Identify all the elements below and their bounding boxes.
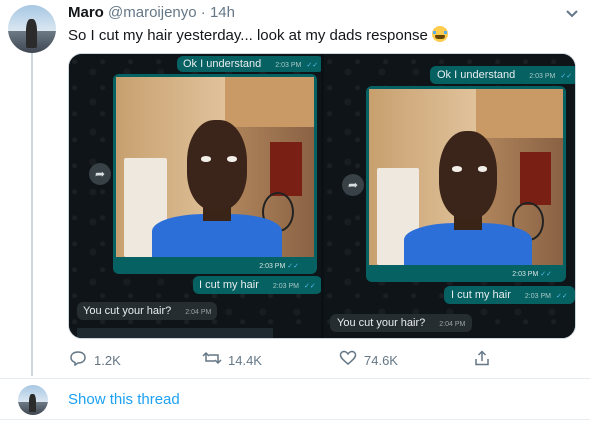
message-time: 2:04 PM <box>185 309 212 316</box>
show-thread-link[interactable]: Show this thread <box>68 391 180 408</box>
read-checks-icon: ✓✓ <box>560 73 573 80</box>
photo-message[interactable]: 2:03 PM ✓✓ <box>366 86 566 282</box>
message-text: I cut my hair <box>199 279 259 291</box>
message-reply: You cut your hair? 2:04 PM <box>330 314 473 332</box>
chat-input-bar <box>77 328 273 338</box>
message-cut-hair: I cut my hair 2:03 PM ✓✓ <box>444 286 575 304</box>
loudly-crying-face-icon <box>432 26 449 42</box>
message-text: You cut your hair? <box>83 305 172 317</box>
thread-connector-line <box>31 52 33 376</box>
message-ok-understand: Ok I understand 2:03 PM ✓✓ <box>430 66 575 84</box>
tweet-media[interactable]: Ok I understand 2:03 PM ✓✓ 2:03 PM ✓✓ ➦ I… <box>68 53 576 339</box>
reply-count: 1.2K <box>94 353 121 368</box>
message-time: 2:04 PM <box>439 321 466 328</box>
message-text: Ok I understand <box>183 58 262 70</box>
message-ok-understand: Ok I understand 2:03 PM ✓✓ <box>177 56 321 72</box>
tweet-header: Maro @maroijenyo · 14h <box>68 4 235 21</box>
tweet-body: So I cut my hair yesterday... look at my… <box>68 27 428 44</box>
photo-time: 2:03 PM ✓✓ <box>259 263 299 270</box>
thread-divider <box>0 419 590 420</box>
retweet-icon <box>202 350 222 370</box>
read-checks-icon: ✓✓ <box>306 62 319 69</box>
message-reply: You cut your hair? 2:04 PM <box>77 302 218 320</box>
read-checks-icon: ✓✓ <box>556 293 568 300</box>
photo-message[interactable]: 2:03 PM ✓✓ <box>113 74 317 274</box>
selfie-photo <box>116 77 314 257</box>
like-icon <box>338 350 358 370</box>
message-text: You cut your hair? <box>337 317 426 329</box>
share-icon <box>472 350 492 370</box>
message-text: I cut my hair <box>451 289 511 301</box>
reply-button[interactable]: 1.2K <box>68 350 121 370</box>
selfie-photo <box>369 89 563 265</box>
retweet-count: 14.4K <box>228 353 262 368</box>
message-text: Ok I understand <box>437 69 516 81</box>
header-separator: · <box>200 4 206 21</box>
tweet-text: So I cut my hair yesterday... look at my… <box>68 26 449 44</box>
chevron-down-icon[interactable] <box>565 6 579 22</box>
media-left-panel[interactable]: Ok I understand 2:03 PM ✓✓ 2:03 PM ✓✓ ➦ I… <box>69 54 321 338</box>
thread-avatar[interactable] <box>18 385 48 415</box>
like-count: 74.6K <box>364 353 398 368</box>
reply-icon <box>68 350 88 370</box>
message-time: 2:03 PM <box>272 283 299 290</box>
author-avatar[interactable] <box>8 5 56 53</box>
tweet-time[interactable]: 14h <box>210 4 235 21</box>
author-handle[interactable]: @maroijenyo <box>108 4 197 21</box>
forward-arrow-icon[interactable]: ➦ <box>342 174 364 196</box>
share-button[interactable] <box>472 350 498 370</box>
message-time: 2:03 PM <box>275 62 302 69</box>
message-cut-hair: I cut my hair 2:03 PM ✓✓ <box>193 276 321 294</box>
read-checks-icon: ✓✓ <box>304 283 316 290</box>
tweet-divider <box>0 378 590 379</box>
forward-arrow-icon[interactable]: ➦ <box>89 163 111 185</box>
message-time: 2:03 PM <box>524 293 551 300</box>
media-right-panel[interactable]: Ok I understand 2:03 PM ✓✓ 2:03 PM ✓✓ ➦ I… <box>324 54 575 338</box>
like-button[interactable]: 74.6K <box>338 350 398 370</box>
photo-time: 2:03 PM ✓✓ <box>512 271 552 278</box>
author-name[interactable]: Maro <box>68 4 104 21</box>
retweet-button[interactable]: 14.4K <box>202 350 262 370</box>
message-time: 2:03 PM <box>529 73 556 80</box>
